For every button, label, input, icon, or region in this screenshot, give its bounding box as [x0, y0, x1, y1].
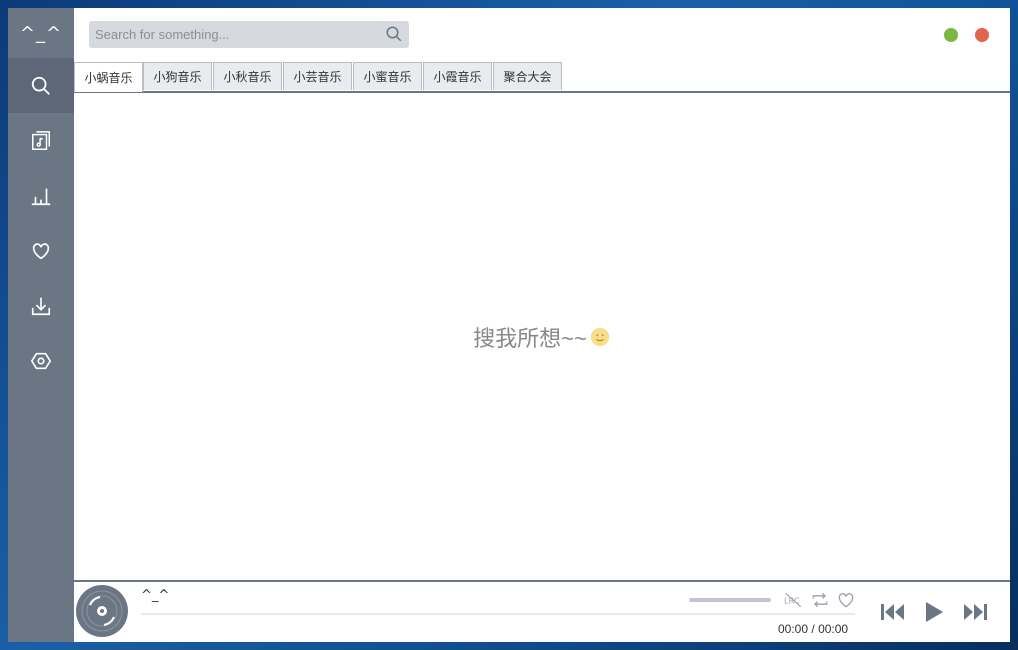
favorite-heart-icon[interactable] [836, 590, 856, 610]
download-icon [31, 297, 51, 315]
source-tabs: 小蜗音乐 小狗音乐 小秋音乐 小芸音乐 小蜜音乐 小霞音乐 聚合大会 [74, 62, 1010, 93]
sidebar-item-search[interactable] [8, 58, 74, 113]
lyrics-icon[interactable]: LRC [784, 590, 804, 610]
smile-icon [590, 327, 610, 347]
total-time: 00:00 [818, 622, 849, 636]
previous-track-icon[interactable] [878, 597, 908, 627]
top-bar [74, 8, 1010, 62]
app-logo: ^_^ [19, 22, 63, 44]
search-icon[interactable] [385, 25, 403, 43]
time-separator: / [811, 622, 815, 636]
empty-state-text: 搜我所想~~ [473, 326, 587, 351]
bar-chart-icon [31, 188, 51, 205]
search-input[interactable] [89, 21, 375, 48]
tab-4[interactable]: 小蜜音乐 [353, 62, 422, 90]
next-track-icon[interactable] [960, 597, 990, 627]
main-panel: 小蜗音乐 小狗音乐 小秋音乐 小芸音乐 小蜜音乐 小霞音乐 聚合大会 搜我所想~… [74, 8, 1010, 642]
tab-5[interactable]: 小霞音乐 [423, 62, 492, 90]
player-bar: ^_^ LRC 00:00 / 00:00 [74, 580, 1010, 642]
tab-1[interactable]: 小狗音乐 [143, 62, 212, 90]
app-window: ^_^ 小蜗音乐 小狗音乐 [8, 8, 1010, 642]
sidebar-item-playlist[interactable] [8, 113, 74, 168]
music-file-icon [32, 130, 50, 150]
tab-0[interactable]: 小蜗音乐 [74, 62, 143, 92]
tab-2[interactable]: 小秋音乐 [213, 62, 282, 90]
progress-bar[interactable] [141, 613, 855, 615]
search-box[interactable] [89, 21, 409, 48]
sidebar-item-downloads[interactable] [8, 278, 74, 333]
search-results-area: 搜我所想~~ [74, 93, 1010, 581]
close-button[interactable] [975, 28, 989, 42]
sidebar-item-favorites[interactable] [8, 223, 74, 278]
sidebar-item-charts[interactable] [8, 168, 74, 223]
tab-6[interactable]: 聚合大会 [493, 62, 562, 90]
sidebar: ^_^ [8, 8, 74, 642]
hexagon-settings-icon [30, 352, 52, 369]
heart-icon [32, 242, 50, 259]
current-time: 00:00 [778, 622, 809, 636]
sidebar-item-settings[interactable] [8, 333, 74, 388]
minimize-button[interactable] [944, 28, 958, 42]
empty-state: 搜我所想~~ [473, 321, 611, 353]
volume-slider[interactable] [689, 598, 771, 602]
search-icon [31, 76, 50, 95]
play-icon[interactable] [918, 597, 948, 627]
time-display: 00:00 / 00:00 [778, 622, 848, 636]
repeat-icon[interactable] [810, 590, 830, 610]
tab-3[interactable]: 小芸音乐 [283, 62, 352, 90]
album-disc-icon[interactable] [76, 585, 128, 637]
track-title: ^_^ [141, 588, 170, 603]
